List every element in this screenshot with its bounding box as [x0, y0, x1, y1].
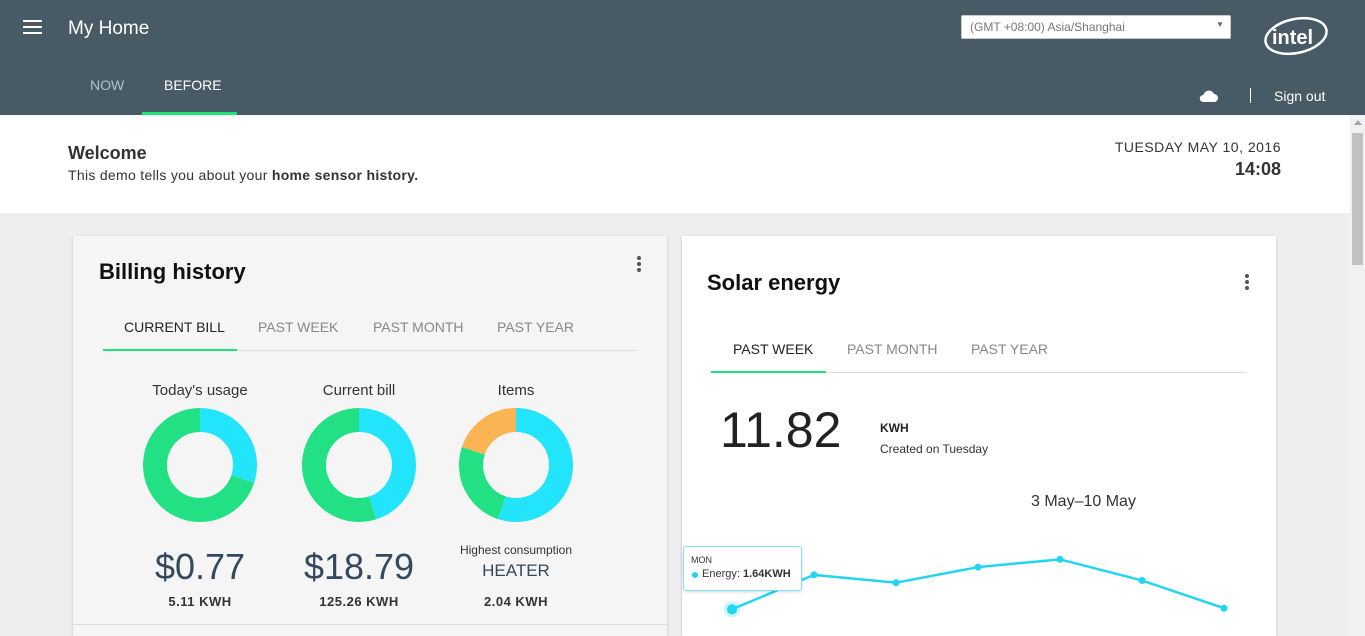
- metric-label: Current bill: [322, 382, 396, 399]
- highest-consumption-label: Highest consumption: [459, 543, 573, 557]
- welcome-text: This demo tells you about your home sens…: [68, 167, 418, 183]
- tab-past-week[interactable]: PAST WEEK: [258, 319, 338, 335]
- solar-title: Solar energy: [707, 270, 841, 295]
- tooltip-value: 1.64KWH: [742, 568, 791, 580]
- tooltip-text: Energy: 1.64KWH: [702, 568, 791, 580]
- tab-past-week[interactable]: PAST WEEK: [733, 341, 813, 357]
- tooltip-day: MON: [691, 555, 712, 565]
- current-date: TUESDAY MAY 10, 2016: [1114, 139, 1281, 155]
- items-kwh: 2.04 KWH: [484, 594, 548, 609]
- app-title: My Home: [68, 18, 150, 39]
- data-point[interactable]: [1056, 555, 1064, 563]
- intel-logo: intel: [1264, 16, 1328, 56]
- chart-tooltip: MON Energy: 1.64KWH: [683, 546, 802, 591]
- billing-title: Billing history: [99, 259, 246, 284]
- more-vert-icon[interactable]: [1245, 274, 1249, 290]
- tab-past-month[interactable]: PAST MONTH: [847, 341, 938, 357]
- metric-label: Today's usage: [152, 382, 248, 399]
- sign-out-link[interactable]: Sign out: [1274, 88, 1325, 104]
- data-point[interactable]: [892, 579, 900, 587]
- tooltip-series-dot: [692, 572, 698, 578]
- cloud-icon[interactable]: [1198, 89, 1218, 103]
- solar-unit: KWH: [880, 421, 909, 435]
- data-point[interactable]: [1220, 604, 1228, 612]
- tab-before[interactable]: BEFORE: [164, 77, 222, 93]
- usage-value: $0.77: [154, 546, 246, 587]
- logo-text: intel: [1272, 27, 1313, 49]
- timezone-value: (GMT +08:00) Asia/Shanghai: [970, 20, 1125, 34]
- date-range: 3 May–10 May: [1031, 493, 1136, 510]
- data-point[interactable]: [974, 563, 982, 571]
- bill-donut: [302, 408, 416, 522]
- page-scrollbar[interactable]: [1350, 115, 1365, 636]
- tooltip-label: Energy:: [702, 568, 740, 580]
- welcome-text-prefix: This demo tells you about your: [68, 167, 272, 183]
- tab-past-month[interactable]: PAST MONTH: [373, 319, 464, 335]
- solar-value: 11.82: [720, 402, 842, 458]
- scroll-thumb[interactable]: [1352, 133, 1363, 265]
- header-divider: [1250, 88, 1251, 103]
- data-point[interactable]: [810, 571, 818, 579]
- timezone-select[interactable]: (GMT +08:00) Asia/Shanghai ▼: [961, 15, 1231, 39]
- caret-down-icon: ▼: [1216, 20, 1224, 29]
- tab-now[interactable]: NOW: [90, 77, 124, 93]
- items-donut: [459, 408, 573, 522]
- current-time: 14:08: [1234, 159, 1281, 179]
- bill-value: $18.79: [303, 546, 415, 587]
- solar-energy-card: Solar energy PAST WEEK PAST MONTH PAST Y…: [682, 236, 1276, 636]
- active-tab-indicator: [711, 371, 826, 373]
- bill-kwh: 125.26 KWH: [319, 594, 399, 609]
- tab-current-bill[interactable]: CURRENT BILL: [124, 319, 225, 335]
- solar-created: Created on Tuesday: [880, 442, 989, 456]
- tab-past-year[interactable]: PAST YEAR: [497, 319, 574, 335]
- usage-kwh: 5.11 KWH: [168, 594, 232, 609]
- data-point[interactable]: [1138, 576, 1146, 584]
- welcome-banner: Welcome This demo tells you about your h…: [0, 115, 1350, 213]
- more-vert-icon[interactable]: [637, 256, 641, 272]
- scroll-up-icon[interactable]: [1354, 120, 1362, 125]
- welcome-text-bold: home sensor history.: [271, 167, 419, 183]
- menu-icon[interactable]: [23, 20, 42, 35]
- welcome-title: Welcome: [68, 143, 147, 163]
- usage-donut: [143, 408, 257, 522]
- metric-label: Items: [497, 382, 535, 399]
- active-tab-indicator: [103, 349, 237, 351]
- billing-history-card: Billing history CURRENT BILL PAST WEEK P…: [73, 236, 667, 636]
- data-point[interactable]: [727, 604, 737, 615]
- card-divider: [73, 624, 667, 625]
- highest-consumption-item: HEATER: [482, 561, 550, 580]
- app-header: My Home (GMT +08:00) Asia/Shanghai ▼ int…: [0, 0, 1365, 115]
- tab-past-year[interactable]: PAST YEAR: [971, 341, 1048, 357]
